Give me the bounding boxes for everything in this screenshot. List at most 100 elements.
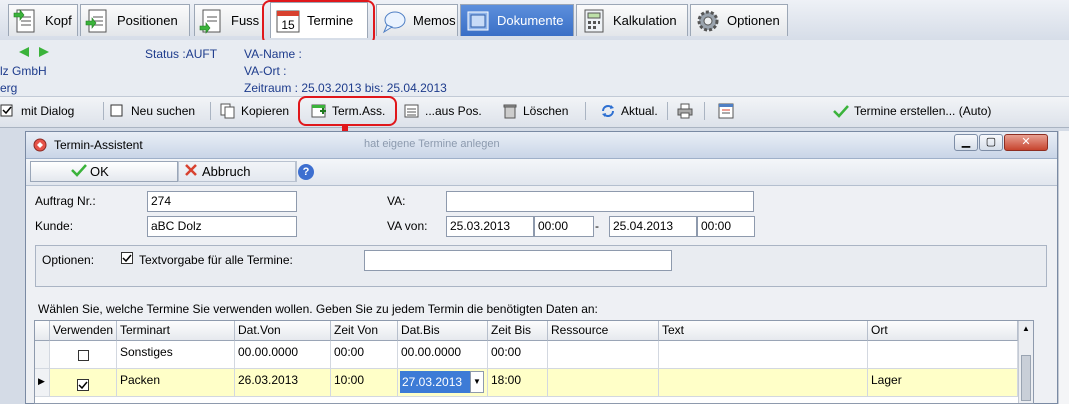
company-city: erg bbox=[0, 81, 18, 95]
cancel-x-icon bbox=[184, 163, 198, 180]
tab-label: Optionen bbox=[727, 13, 780, 28]
ressource-cell[interactable] bbox=[548, 341, 659, 369]
column-header[interactable]: Dat.Von bbox=[235, 321, 331, 341]
dat-bis-cell[interactable]: 27.03.2013 ▼ bbox=[398, 369, 488, 397]
tab-fuss[interactable]: Fuss bbox=[194, 4, 264, 36]
printer-icon bbox=[677, 103, 693, 119]
checkbox-empty-icon bbox=[110, 103, 126, 119]
help-icon: ? bbox=[302, 166, 310, 178]
dropdown-arrow-icon[interactable]: ▼ bbox=[470, 371, 484, 393]
print-button[interactable] bbox=[677, 101, 698, 121]
close-button[interactable]: ✕ bbox=[1004, 134, 1048, 151]
dat-von-cell[interactable]: 26.03.2013 bbox=[235, 369, 331, 397]
zeit-von-cell[interactable]: 00:00 bbox=[331, 341, 398, 369]
toolbar-separator bbox=[704, 102, 705, 120]
tab-label: Kalkulation bbox=[613, 13, 677, 28]
tab-kopf[interactable]: Kopf bbox=[8, 4, 78, 36]
background-hint-text: hat eigene Termine anlegen bbox=[364, 138, 500, 150]
terminart-cell[interactable]: Sonstiges bbox=[117, 341, 235, 369]
kopieren-button[interactable]: Kopieren bbox=[220, 101, 289, 121]
checkbox-checked-icon bbox=[121, 252, 134, 268]
loeschen-button[interactable]: Löschen bbox=[502, 101, 568, 121]
auftrag-field[interactable]: 274 bbox=[147, 191, 297, 212]
dat-von-cell[interactable]: 00.00.0000 bbox=[235, 341, 331, 369]
arrow-right-icon[interactable] bbox=[38, 46, 50, 61]
list-import-icon bbox=[404, 103, 420, 119]
arrow-left-icon[interactable] bbox=[18, 46, 30, 61]
va-field[interactable] bbox=[446, 191, 754, 212]
neu-suchen-label: Neu suchen bbox=[131, 104, 196, 118]
ort-cell[interactable]: Lager bbox=[868, 369, 1018, 397]
terminart-cell[interactable]: Packen bbox=[117, 369, 235, 397]
row-header[interactable] bbox=[35, 341, 50, 369]
close-icon: ✕ bbox=[1021, 136, 1031, 148]
checkbox-checked-icon bbox=[0, 103, 16, 119]
zeitraum-label: Zeitraum : 25.03.2013 bis: 25.04.2013 bbox=[244, 81, 447, 95]
ort-cell[interactable] bbox=[868, 341, 1018, 369]
tab-optionen[interactable]: Optionen bbox=[690, 4, 788, 36]
help-button[interactable]: ? bbox=[298, 164, 314, 180]
text-cell[interactable] bbox=[659, 341, 868, 369]
ok-button[interactable]: OK bbox=[30, 161, 178, 182]
tab-label: Kopf bbox=[45, 13, 72, 28]
dialog-titlebar[interactable]: Termin-Assistent hat eigene Termine anle… bbox=[26, 132, 1057, 159]
kunde-field[interactable]: aBC Dolz bbox=[147, 216, 297, 237]
column-header[interactable]: Zeit Bis bbox=[488, 321, 548, 341]
highlight-term-ass-button bbox=[298, 96, 397, 126]
tab-label: Positionen bbox=[117, 13, 178, 28]
column-header[interactable]: Ort bbox=[868, 321, 1018, 341]
zeit-bis-cell[interactable]: 00:00 bbox=[488, 341, 548, 369]
va-von-time-field[interactable]: 00:00 bbox=[534, 216, 594, 237]
check-icon bbox=[833, 103, 849, 119]
column-header[interactable]: Zeit Von bbox=[331, 321, 398, 341]
column-header[interactable]: Ressource bbox=[548, 321, 659, 341]
dat-bis-editor[interactable]: 27.03.2013 bbox=[400, 371, 470, 393]
tab-kalkulation[interactable]: Kalkulation bbox=[576, 4, 688, 36]
ok-label: OK bbox=[90, 164, 109, 179]
va-bis-date-field[interactable]: 25.04.2013 bbox=[609, 216, 697, 237]
dialog-title: Termin-Assistent bbox=[54, 138, 143, 152]
abbruch-button[interactable]: Abbruch bbox=[178, 161, 296, 182]
va-bis-time-field[interactable]: 00:00 bbox=[697, 216, 755, 237]
ressource-cell[interactable] bbox=[548, 369, 659, 397]
column-header[interactable]: Terminart bbox=[117, 321, 235, 341]
scrollbar-thumb[interactable] bbox=[1021, 355, 1031, 401]
aus-pos-button[interactable]: ...aus Pos. bbox=[404, 101, 482, 121]
document-arrow-icon bbox=[13, 8, 39, 34]
tab-label: Memos bbox=[413, 13, 456, 28]
tab-positionen[interactable]: Positionen bbox=[80, 4, 190, 36]
tab-dokumente[interactable]: Dokumente bbox=[460, 4, 574, 36]
mit-dialog-checkbox[interactable]: mit Dialog bbox=[0, 101, 74, 121]
minimize-button[interactable]: ▁ bbox=[954, 134, 978, 151]
textvorgabe-field[interactable] bbox=[364, 250, 672, 271]
text-cell[interactable] bbox=[659, 369, 868, 397]
documents-icon bbox=[465, 8, 491, 34]
va-von-date-field[interactable]: 25.03.2013 bbox=[446, 216, 534, 237]
neu-suchen-checkbox[interactable]: Neu suchen bbox=[110, 101, 195, 121]
module-tab-bar: Kopf Positionen Fuss 15 Termine Memos Do… bbox=[0, 0, 1069, 41]
tab-memos[interactable]: Memos bbox=[376, 4, 458, 36]
termine-erstellen-button[interactable]: Termine erstellen... (Auto) bbox=[833, 101, 991, 121]
aktual-button[interactable]: Aktual. bbox=[600, 101, 658, 121]
scroll-up-icon[interactable]: ▲ bbox=[1022, 324, 1030, 333]
row-header[interactable]: ▶ bbox=[35, 369, 50, 397]
optionen-label: Optionen: bbox=[42, 253, 95, 267]
column-header[interactable]: Verwenden bbox=[50, 321, 117, 341]
refresh-icon bbox=[600, 103, 616, 119]
maximize-button[interactable]: ▢ bbox=[979, 134, 1003, 151]
column-header[interactable]: Dat.Bis bbox=[398, 321, 488, 341]
column-header[interactable]: Text bbox=[659, 321, 868, 341]
grid-scrollbar[interactable]: ▲ bbox=[1018, 321, 1033, 403]
va-label: VA: bbox=[387, 194, 406, 208]
instruction-text: Wählen Sie, welche Termine Sie verwenden… bbox=[38, 302, 598, 316]
dat-bis-cell[interactable]: 00.00.0000 bbox=[398, 341, 488, 369]
loeschen-label: Löschen bbox=[523, 104, 569, 118]
zeit-von-cell[interactable]: 10:00 bbox=[331, 369, 398, 397]
settings-button[interactable] bbox=[718, 101, 739, 121]
verwenden-cell[interactable] bbox=[50, 341, 117, 369]
verwenden-cell[interactable] bbox=[50, 369, 117, 397]
toolbar-separator bbox=[103, 102, 104, 120]
tab-label: Fuss bbox=[231, 13, 260, 28]
textvorgabe-checkbox[interactable]: Textvorgabe für alle Termine: bbox=[121, 252, 293, 268]
zeit-bis-cell[interactable]: 18:00 bbox=[488, 369, 548, 397]
